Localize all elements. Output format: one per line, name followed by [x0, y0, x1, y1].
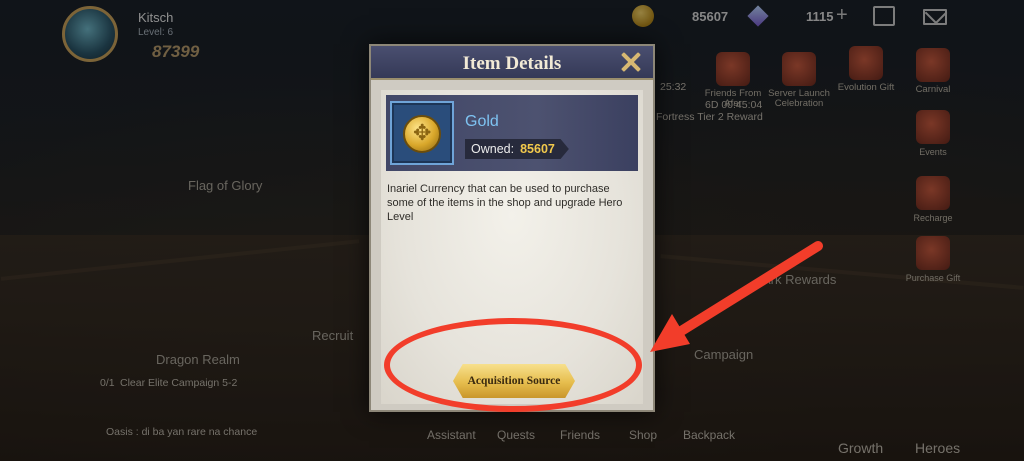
modal-header: Item Details [371, 46, 653, 80]
item-name: Gold [465, 113, 499, 130]
modal-title: Item Details [462, 53, 562, 74]
item-card: Gold Owned: 85607 [386, 95, 638, 171]
item-description: Inariel Currency that can be used to pur… [387, 183, 623, 223]
owned-value: 85607 [520, 142, 555, 156]
gold-coin-icon [403, 115, 441, 153]
owned-label: Owned: [471, 142, 515, 156]
owned-badge: Owned: 85607 [465, 139, 569, 159]
item-icon-frame [390, 101, 454, 165]
annotation-circle [384, 318, 642, 412]
close-icon[interactable] [619, 50, 643, 74]
